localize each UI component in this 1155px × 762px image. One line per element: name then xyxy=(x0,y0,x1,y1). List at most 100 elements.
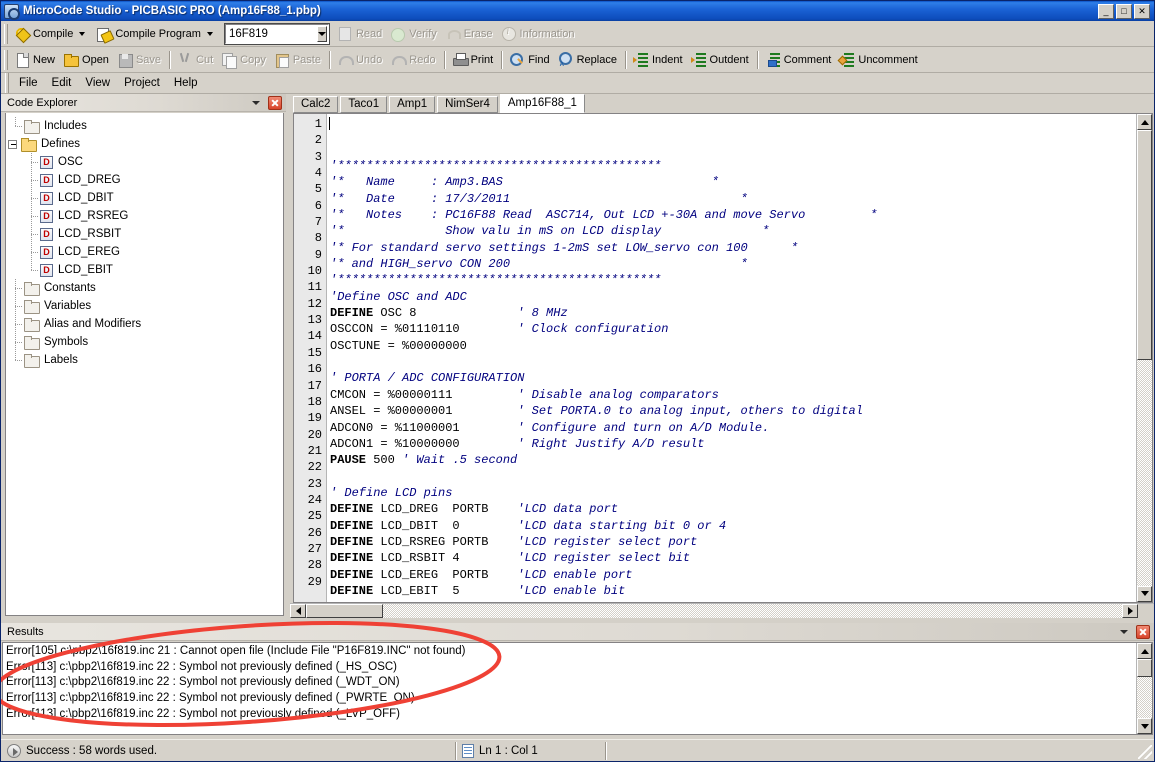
information-button[interactable]: Information xyxy=(498,23,580,45)
tree-item-symbols[interactable]: Symbols xyxy=(6,333,283,351)
code-line[interactable]: DEFINE LCD_RSREG PORTB 'LCD register sel… xyxy=(330,534,1136,550)
code-line[interactable] xyxy=(330,354,1136,370)
compile-program-button[interactable]: Compile Program xyxy=(93,23,221,45)
cut-button[interactable]: Cut xyxy=(174,49,218,71)
close-icon[interactable] xyxy=(1136,625,1150,639)
code-line[interactable]: DEFINE OSC 8 ' 8 MHz xyxy=(330,305,1136,321)
tab-amp1[interactable]: Amp1 xyxy=(389,96,435,113)
code-line[interactable]: '* Notes : PC16F88 Read ASC714, Out LCD … xyxy=(330,207,1136,223)
tree-item-defines[interactable]: Defines xyxy=(6,135,283,153)
close-button[interactable]: ✕ xyxy=(1134,4,1150,19)
save-button[interactable]: Save xyxy=(114,49,166,71)
code-line[interactable] xyxy=(330,599,1136,602)
code-text[interactable]: '***************************************… xyxy=(327,114,1136,602)
tree-item-lcd-ereg[interactable]: D LCD_EREG xyxy=(6,243,283,261)
code-line[interactable]: '***************************************… xyxy=(330,158,1136,174)
find-button[interactable]: Find xyxy=(506,49,554,71)
tree-item-lcd-rsreg[interactable]: D LCD_RSREG xyxy=(6,207,283,225)
result-line[interactable]: Error[113] c:\pbp2\16f819.inc 22 : Symbo… xyxy=(6,707,1136,723)
erase-button[interactable]: Erase xyxy=(442,23,498,45)
tree-item-osc[interactable]: D OSC xyxy=(6,153,283,171)
tree-item-constants[interactable]: Constants xyxy=(6,279,283,297)
copy-button[interactable]: Copy xyxy=(218,49,271,71)
results-scroll-thumb[interactable] xyxy=(1137,659,1152,677)
tree-item-labels[interactable]: Labels xyxy=(6,351,283,369)
tree-item-lcd-rsbit[interactable]: D LCD_RSBIT xyxy=(6,225,283,243)
comment-button[interactable]: Comment xyxy=(762,49,837,71)
menu-file[interactable]: File xyxy=(12,75,45,91)
code-line[interactable]: '* Date : 17/3/2011 * xyxy=(330,191,1136,207)
redo-button[interactable]: Redo xyxy=(387,49,440,71)
compile-button[interactable]: Compile xyxy=(11,23,93,45)
tree-item-lcd-dreg[interactable]: D LCD_DREG xyxy=(6,171,283,189)
code-line[interactable]: 'Define OSC and ADC xyxy=(330,289,1136,305)
code-line[interactable]: ADCON1 = %10000000 ' Right Justify A/D r… xyxy=(330,436,1136,452)
results-scroll-up-button[interactable] xyxy=(1137,643,1152,659)
tree-item-lcd-dbit[interactable]: D LCD_DBIT xyxy=(6,189,283,207)
tree-item-includes[interactable]: Includes xyxy=(6,117,283,135)
read-button[interactable]: Read xyxy=(334,23,387,45)
tab-calc2[interactable]: Calc2 xyxy=(293,96,338,113)
edit-toolbar-grip[interactable] xyxy=(4,50,8,70)
code-line[interactable]: DEFINE LCD_RSBIT 4 'LCD register select … xyxy=(330,550,1136,566)
code-line[interactable]: DEFINE LCD_DREG PORTB 'LCD data port xyxy=(330,501,1136,517)
tab-taco1[interactable]: Taco1 xyxy=(340,96,387,113)
scroll-right-button[interactable] xyxy=(1122,604,1138,618)
code-line[interactable]: '* Show valu in mS on LCD display * xyxy=(330,223,1136,239)
device-combo[interactable] xyxy=(225,24,329,44)
code-line[interactable] xyxy=(330,469,1136,485)
tab-amp16f88-1[interactable]: Amp16F88_1 xyxy=(500,94,585,113)
code-line[interactable]: '* For standard servo settings 1-2mS set… xyxy=(330,240,1136,256)
resize-grip[interactable] xyxy=(1138,745,1152,759)
close-icon[interactable] xyxy=(268,96,282,110)
result-line[interactable]: Error[113] c:\pbp2\16f819.inc 22 : Symbo… xyxy=(6,675,1136,691)
print-button[interactable]: Print xyxy=(449,49,499,71)
scroll-up-button[interactable] xyxy=(1137,114,1152,130)
result-line[interactable]: Error[113] c:\pbp2\16f819.inc 22 : Symbo… xyxy=(6,691,1136,707)
code-line[interactable]: ' PORTA / ADC CONFIGURATION xyxy=(330,370,1136,386)
code-line[interactable]: ADCON0 = %11000001 ' Configure and turn … xyxy=(330,420,1136,436)
tab-nimser4[interactable]: NimSer4 xyxy=(437,96,498,113)
results-vertical-scrollbar[interactable] xyxy=(1136,643,1152,734)
menu-project[interactable]: Project xyxy=(117,75,167,91)
indent-button[interactable]: Indent xyxy=(630,49,688,71)
collapse-icon[interactable] xyxy=(8,140,17,149)
chevron-down-icon[interactable] xyxy=(252,101,260,105)
replace-button[interactable]: Replace xyxy=(555,49,622,71)
code-line[interactable]: CMCON = %00000111 ' Disable analog compa… xyxy=(330,387,1136,403)
code-line[interactable]: OSCTUNE = %00000000 xyxy=(330,338,1136,354)
code-line[interactable]: OSCCON = %01110110 ' Clock configuration xyxy=(330,321,1136,337)
results-scroll-down-button[interactable] xyxy=(1137,718,1152,734)
device-input[interactable] xyxy=(226,25,316,43)
menubar-grip[interactable] xyxy=(5,73,9,93)
result-line[interactable]: Error[105] c:\pbp2\16f819.inc 21 : Canno… xyxy=(6,644,1136,660)
paste-button[interactable]: Paste xyxy=(271,49,326,71)
code-line[interactable]: DEFINE LCD_EBIT 5 'LCD enable bit xyxy=(330,583,1136,599)
open-button[interactable]: Open xyxy=(60,49,114,71)
scroll-left-button[interactable] xyxy=(290,604,306,618)
code-line[interactable]: DEFINE LCD_DBIT 0 'LCD data starting bit… xyxy=(330,518,1136,534)
tree-item-alias-and-modifiers[interactable]: Alias and Modifiers xyxy=(6,315,283,333)
code-line[interactable]: ' Define LCD pins xyxy=(330,485,1136,501)
maximize-button[interactable]: □ xyxy=(1116,4,1132,19)
code-line[interactable]: '***************************************… xyxy=(330,272,1136,288)
hscroll-thumb[interactable] xyxy=(306,604,383,618)
chevron-down-icon[interactable] xyxy=(1120,630,1128,634)
uncomment-button[interactable]: Uncomment xyxy=(836,49,922,71)
compile-program-dropdown-arrow-icon[interactable] xyxy=(207,32,213,36)
menu-view[interactable]: View xyxy=(78,75,117,91)
results-error-list[interactable]: Error[105] c:\pbp2\16f819.inc 21 : Canno… xyxy=(3,643,1136,734)
results-scroll-track[interactable] xyxy=(1137,677,1152,718)
compile-dropdown-arrow-icon[interactable] xyxy=(79,32,85,36)
toolbar-grip[interactable] xyxy=(4,24,8,44)
new-button[interactable]: New xyxy=(11,49,60,71)
menu-edit[interactable]: Edit xyxy=(45,75,79,91)
tree-item-variables[interactable]: Variables xyxy=(6,297,283,315)
outdent-button[interactable]: Outdent xyxy=(688,49,754,71)
editor-horizontal-scrollbar[interactable] xyxy=(290,603,1154,618)
code-line[interactable]: '* and HIGH_servo CON 200 * xyxy=(330,256,1136,272)
result-line[interactable]: Error[113] c:\pbp2\16f819.inc 22 : Symbo… xyxy=(6,660,1136,676)
scroll-track[interactable] xyxy=(1137,360,1152,586)
device-dropdown-button[interactable] xyxy=(317,26,327,42)
code-line[interactable]: PAUSE 500 ' Wait .5 second xyxy=(330,452,1136,468)
